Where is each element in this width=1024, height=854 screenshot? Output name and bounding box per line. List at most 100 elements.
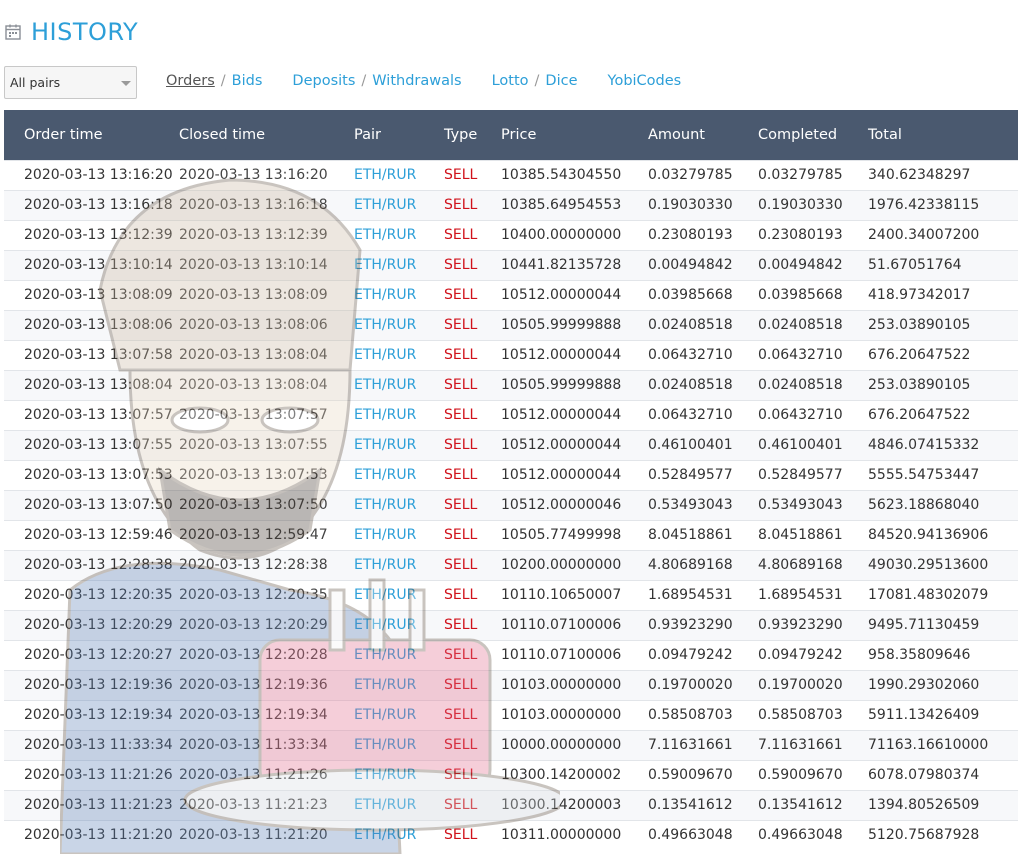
cell-price: 10512.00000046 <box>501 489 648 520</box>
tab-dice[interactable]: Dice <box>545 73 577 89</box>
table-row: 2020-03-13 13:08:09 2020-03-13 13:08:09 ET… <box>4 279 1018 310</box>
cell-total: 1394.80526509 <box>868 789 1018 820</box>
cell-pair[interactable]: ETH/RUR <box>354 399 444 430</box>
cell-completed: 0.59009670 <box>758 759 868 790</box>
cell-closed-time: 2020-03-13 13:08:09 <box>179 279 354 310</box>
cell-type: SELL <box>444 639 501 670</box>
cell-pair[interactable]: ETH/RUR <box>354 519 444 550</box>
cell-pair[interactable]: ETH/RUR <box>354 819 444 850</box>
cell-price: 10385.54304550 <box>501 159 648 190</box>
cell-pair[interactable]: ETH/RUR <box>354 249 444 280</box>
cell-pair[interactable]: ETH/RUR <box>354 669 444 700</box>
tab-withdrawals[interactable]: Withdrawals <box>372 73 461 89</box>
cell-pair[interactable]: ETH/RUR <box>354 609 444 640</box>
cell-order-time: 2020-03-13 11:33:34 <box>4 729 179 760</box>
cell-price: 10512.00000044 <box>501 399 648 430</box>
cell-pair[interactable]: ETH/RUR <box>354 459 444 490</box>
cell-total: 5911.13426409 <box>868 699 1018 730</box>
cell-pair[interactable]: ETH/RUR <box>354 639 444 670</box>
cell-pair[interactable]: ETH/RUR <box>354 759 444 790</box>
cell-completed: 0.03985668 <box>758 279 868 310</box>
cell-type: SELL <box>444 789 501 820</box>
cell-closed-time: 2020-03-13 13:08:04 <box>179 339 354 370</box>
cell-total: 340.62348297 <box>868 159 1018 190</box>
cell-type: SELL <box>444 219 501 250</box>
cell-pair[interactable]: ETH/RUR <box>354 579 444 610</box>
cell-amount: 4.80689168 <box>648 549 758 580</box>
cell-pair[interactable]: ETH/RUR <box>354 699 444 730</box>
cell-completed: 0.19700020 <box>758 669 868 700</box>
cell-type: SELL <box>444 459 501 490</box>
column-header-amount[interactable]: Amount <box>648 110 758 160</box>
nav-separator: / <box>361 73 367 89</box>
column-header-price[interactable]: Price <box>501 110 648 160</box>
column-header-closed-time[interactable]: Closed time <box>179 110 354 160</box>
cell-price: 10505.77499998 <box>501 519 648 550</box>
cell-amount: 0.09479242 <box>648 639 758 670</box>
pair-filter-select[interactable]: All pairs <box>4 66 137 99</box>
cell-type: SELL <box>444 489 501 520</box>
table-row: 2020-03-13 12:19:34 2020-03-13 12:19:34 ET… <box>4 699 1018 730</box>
cell-pair[interactable]: ETH/RUR <box>354 159 444 190</box>
cell-pair[interactable]: ETH/RUR <box>354 369 444 400</box>
column-header-completed[interactable]: Completed <box>758 110 868 160</box>
cell-price: 10300.14200003 <box>501 789 648 820</box>
tab-bids[interactable]: Bids <box>232 73 263 89</box>
cell-closed-time: 2020-03-13 13:07:53 <box>179 459 354 490</box>
table-row: 2020-03-13 13:10:14 2020-03-13 13:10:14 ET… <box>4 249 1018 280</box>
cell-price: 10103.00000000 <box>501 699 648 730</box>
cell-closed-time: 2020-03-13 12:19:34 <box>179 699 354 730</box>
cell-closed-time: 2020-03-13 13:10:14 <box>179 249 354 280</box>
cell-pair[interactable]: ETH/RUR <box>354 549 444 580</box>
tab-yobicodes[interactable]: YobiCodes <box>608 73 682 89</box>
nav-separator: / <box>534 73 540 89</box>
cell-price: 10385.64954553 <box>501 189 648 220</box>
cell-pair[interactable]: ETH/RUR <box>354 219 444 250</box>
cell-amount: 0.02408518 <box>648 369 758 400</box>
cell-completed: 8.04518861 <box>758 519 868 550</box>
cell-closed-time: 2020-03-13 13:07:50 <box>179 489 354 520</box>
cell-type: SELL <box>444 819 501 850</box>
table-row: 2020-03-13 11:21:23 2020-03-13 11:21:23 ET… <box>4 789 1018 820</box>
cell-price: 10110.10650007 <box>501 579 648 610</box>
filter-bar: All pairs <box>4 66 137 99</box>
cell-completed: 0.02408518 <box>758 369 868 400</box>
column-header-pair[interactable]: Pair <box>354 110 444 160</box>
orders-history-table: Order time Closed time Pair Type Price A… <box>4 110 1018 850</box>
cell-pair[interactable]: ETH/RUR <box>354 309 444 340</box>
table-row: 2020-03-13 12:19:36 2020-03-13 12:19:36 ET… <box>4 669 1018 700</box>
cell-closed-time: 2020-03-13 12:20:35 <box>179 579 354 610</box>
table-row: 2020-03-13 12:20:29 2020-03-13 12:20:29 ET… <box>4 609 1018 640</box>
cell-type: SELL <box>444 249 501 280</box>
cell-pair[interactable]: ETH/RUR <box>354 489 444 520</box>
cell-price: 10512.00000044 <box>501 339 648 370</box>
column-header-total[interactable]: Total <box>868 110 1018 160</box>
cell-price: 10505.99999888 <box>501 369 648 400</box>
cell-amount: 0.53493043 <box>648 489 758 520</box>
cell-type: SELL <box>444 339 501 370</box>
cell-completed: 0.93923290 <box>758 609 868 640</box>
table-row: 2020-03-13 13:08:04 2020-03-13 13:08:04 ET… <box>4 369 1018 400</box>
cell-closed-time: 2020-03-13 13:08:04 <box>179 369 354 400</box>
table-row: 2020-03-13 13:08:06 2020-03-13 13:08:06 ET… <box>4 309 1018 340</box>
cell-type: SELL <box>444 519 501 550</box>
cell-total: 71163.16610000 <box>868 729 1018 760</box>
cell-order-time: 2020-03-13 12:28:38 <box>4 549 179 580</box>
cell-pair[interactable]: ETH/RUR <box>354 279 444 310</box>
tab-lotto[interactable]: Lotto <box>492 73 529 89</box>
column-header-order-time[interactable]: Order time <box>4 110 179 160</box>
cell-amount: 0.06432710 <box>648 399 758 430</box>
cell-total: 253.03890105 <box>868 309 1018 340</box>
cell-closed-time: 2020-03-13 11:21:23 <box>179 789 354 820</box>
cell-pair[interactable]: ETH/RUR <box>354 339 444 370</box>
cell-amount: 0.19030330 <box>648 189 758 220</box>
tab-deposits[interactable]: Deposits <box>292 73 355 89</box>
cell-pair[interactable]: ETH/RUR <box>354 189 444 220</box>
tab-orders[interactable]: Orders <box>166 73 215 89</box>
cell-pair[interactable]: ETH/RUR <box>354 789 444 820</box>
cell-pair[interactable]: ETH/RUR <box>354 729 444 760</box>
column-header-type[interactable]: Type <box>444 110 501 160</box>
cell-total: 5555.54753447 <box>868 459 1018 490</box>
cell-pair[interactable]: ETH/RUR <box>354 429 444 460</box>
page-header: HISTORY <box>4 16 138 48</box>
